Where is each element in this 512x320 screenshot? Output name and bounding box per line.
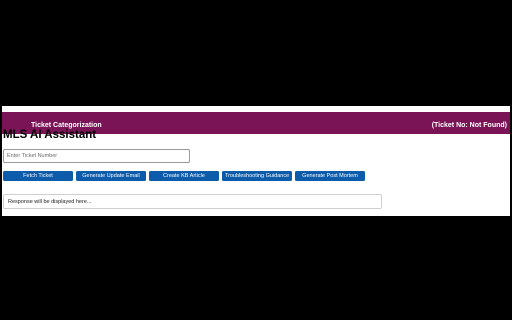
generate-update-email-button[interactable]: Generate Update Email [76,171,146,181]
fetch-ticket-button[interactable]: Fetch Ticket [3,171,73,181]
response-text: Response will be displayed here... [8,198,92,205]
action-button-row: Fetch Ticket Generate Update Email Creat… [3,171,365,181]
ticket-number-input[interactable] [3,149,190,163]
create-kb-article-button[interactable]: Create KB Article [149,171,219,181]
ticket-status-label: (Ticket No: Not Found) [431,122,507,129]
response-panel: Response will be displayed here... [3,194,382,209]
generate-post-mortem-button[interactable]: Generate Post Mortem [295,171,365,181]
app-viewport: Ticket Categorization (Ticket No: Not Fo… [2,106,510,216]
page-title: MLS AI Assistant [3,129,97,141]
troubleshooting-guidance-button[interactable]: Troubleshooting Guidance [222,171,292,181]
